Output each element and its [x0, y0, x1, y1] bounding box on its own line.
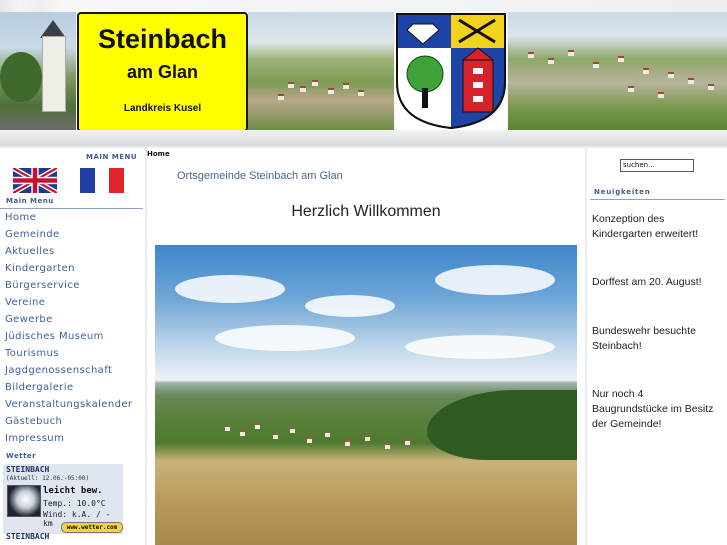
right-sidebar: Neuigkeiten Konzeption des Kindergarten …: [587, 148, 727, 545]
search-input[interactable]: [620, 159, 694, 172]
uk-flag-icon[interactable]: [13, 168, 57, 193]
house-shape: [643, 68, 649, 74]
menu-item-jagdgenossenschaft[interactable]: Jagdgenossenschaft: [0, 363, 145, 379]
house-shape: [708, 84, 714, 90]
house-shape: [240, 430, 245, 436]
house-shape: [325, 431, 330, 437]
menu-item-gaestebuch[interactable]: Gästebuch: [0, 414, 145, 430]
tree-shape: [0, 52, 42, 102]
weather-town-second: STEINBACH: [6, 532, 50, 541]
cloud-shape: [435, 265, 555, 295]
village-panorama-right: [508, 12, 727, 130]
house-shape: [628, 86, 634, 92]
menu-item-aktuelles[interactable]: Aktuelles: [0, 244, 145, 260]
house-shape: [688, 78, 694, 84]
house-shape: [405, 439, 410, 445]
house-shape: [225, 425, 230, 431]
logo-title: Steinbach: [97, 24, 228, 54]
logo-district: Landkreis Kusel: [123, 103, 202, 114]
french-flag-icon[interactable]: [80, 168, 125, 193]
news-heading: Neuigkeiten: [594, 188, 651, 196]
menu-divider: [0, 208, 143, 209]
header-banner: Steinbach am Glan Landkreis Kusel: [0, 0, 727, 146]
house-shape: [365, 435, 370, 441]
house-shape: [300, 86, 306, 92]
menu-item-gemeinde[interactable]: Gemeinde: [0, 227, 145, 243]
house-shape: [290, 427, 295, 433]
news-item-dorffest[interactable]: Dorffest am 20. August!: [592, 275, 722, 290]
menu-item-bildergalerie[interactable]: Bildergalerie: [0, 380, 145, 396]
house-shape: [343, 83, 349, 89]
forest-shape: [427, 390, 577, 460]
news-item-baugrundstuecke[interactable]: Nur noch 4 Baugrundstücke im Besitz der …: [592, 387, 722, 432]
menu-item-juedisches-museum[interactable]: Jüdisches Museum: [0, 329, 145, 345]
site-logo[interactable]: Steinbach am Glan Landkreis Kusel: [77, 12, 248, 132]
church-tower-shape: [42, 36, 66, 112]
flag-stripe-white: [94, 168, 110, 193]
house-shape: [618, 56, 624, 62]
main-menu: Home Gemeinde Aktuelles Kindergarten Bür…: [0, 210, 145, 448]
house-shape: [288, 82, 294, 88]
menu-item-impressum[interactable]: Impressum: [0, 431, 145, 447]
menu-item-gewerbe[interactable]: Gewerbe: [0, 312, 145, 328]
menu-item-buergerservice[interactable]: Bürgerservice: [0, 278, 145, 294]
cloudy-weather-icon: [7, 485, 41, 517]
church-photo: [0, 12, 76, 130]
coat-of-arms: [395, 12, 507, 130]
house-shape: [312, 80, 318, 86]
menu-item-vereine[interactable]: Vereine: [0, 295, 145, 311]
news-item-kindergarten[interactable]: Konzeption des Kindergarten erweitert!: [592, 212, 722, 242]
cloud-shape: [175, 275, 285, 303]
left-sidebar: MAIN MENU Main Menu Home Gemeinde Aktuel…: [0, 148, 145, 545]
main-menu-label: MAIN MENU: [86, 153, 138, 161]
weather-town: STEINBACH: [6, 465, 50, 474]
house-shape: [328, 88, 334, 94]
main-content: Home Ortsgemeinde Steinbach am Glan Herz…: [147, 148, 585, 545]
page-title: Herzlich Willkommen: [291, 203, 441, 220]
house-shape: [358, 90, 364, 96]
news-item-bundeswehr[interactable]: Bundeswehr besuchte Steinbach!: [592, 324, 722, 354]
house-shape: [385, 443, 390, 449]
house-shape: [255, 423, 260, 429]
house-shape: [548, 58, 554, 64]
news-divider: [590, 199, 725, 200]
weather-updated: (Aktuell: 12.06.-05:00): [6, 475, 90, 482]
house-shape: [278, 94, 284, 100]
house-shape: [658, 92, 664, 98]
weather-heading: Wetter: [6, 452, 37, 460]
menu-item-veranstaltungskalender[interactable]: Veranstaltungskalender: [0, 397, 145, 413]
flag-stripe-red: [109, 168, 125, 193]
menu-item-kindergarten[interactable]: Kindergarten: [0, 261, 145, 277]
house-shape: [593, 62, 599, 68]
cloud-shape: [405, 335, 555, 359]
house-shape: [307, 437, 312, 443]
main-menu-heading: Main Menu: [6, 197, 54, 205]
coat-of-arms-icon: [396, 13, 506, 130]
breadcrumb[interactable]: Home: [147, 150, 170, 158]
flag-stripe-blue: [80, 168, 95, 193]
house-shape: [273, 433, 278, 439]
cloud-shape: [305, 295, 395, 317]
house-shape: [345, 440, 350, 446]
header-divider: [0, 130, 727, 146]
wetter-com-link[interactable]: www.wetter.com: [61, 522, 123, 533]
landscape-photo: [155, 245, 577, 545]
village-panorama-left: [248, 12, 394, 130]
cloud-shape: [215, 325, 355, 351]
site-name: Ortsgemeinde Steinbach am Glan: [177, 170, 343, 182]
house-shape: [568, 50, 574, 56]
house-shape: [668, 72, 674, 78]
menu-item-tourismus[interactable]: Tourismus: [0, 346, 145, 362]
logo-subtitle: am Glan: [126, 62, 199, 82]
weather-temperature: Temp.: 10.0°C: [43, 499, 106, 508]
menu-item-home[interactable]: Home: [0, 210, 145, 226]
house-shape: [528, 52, 534, 58]
weather-widget[interactable]: STEINBACH (Aktuell: 12.06.-05:00) leicht…: [3, 464, 123, 534]
weather-condition: leicht bew.: [43, 486, 103, 496]
